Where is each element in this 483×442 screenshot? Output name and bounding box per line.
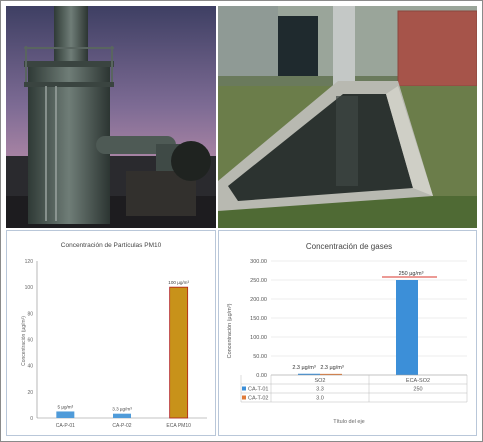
pm10-bar <box>169 286 189 419</box>
gases-data-label: 2.3 µg/m³ <box>292 365 316 371</box>
pm10-data-label: 3.3 µg/m³ <box>112 407 132 412</box>
channel-photo-drawing <box>218 6 477 228</box>
pm10-y-axis-label: Concentración (µg/m³) <box>21 316 27 366</box>
gases-legend-swatch <box>242 395 246 400</box>
gases-legend-label: CA-T-01 <box>248 387 268 393</box>
gases-data-label: 250 µg/m³ <box>399 271 424 277</box>
gases-y-tick-label: 50.00 <box>253 354 267 360</box>
pm10-y-tick-label: 100 <box>25 285 34 291</box>
pm10-y-tick-label: 80 <box>27 311 33 317</box>
pm10-data-label: 5 µg/m³ <box>57 404 73 409</box>
pm10-y-tick-label: 120 <box>25 259 34 265</box>
gases-bar <box>396 280 418 375</box>
pm10-data-label: 100 µg/m³ <box>168 280 189 285</box>
gases-y-tick-label: 150.00 <box>250 316 267 322</box>
pm10-category-label: CA-P-02 <box>112 423 131 429</box>
gases-x-axis-title: Título del eje <box>333 419 365 425</box>
stack-photo <box>6 6 216 228</box>
pm10-y-tick-label: 0 <box>30 416 33 422</box>
gases-table-cell: 250 <box>413 387 422 393</box>
pm10-y-tick-label: 20 <box>27 390 33 396</box>
pm10-y-tick-label: 40 <box>27 364 33 370</box>
gases-y-tick-label: 200.00 <box>250 297 267 303</box>
gases-data-label: 2.3 µg/m³ <box>320 365 344 371</box>
gases-legend-swatch <box>242 386 246 391</box>
gases-y-axis-label: Concentración (µg/m³) <box>227 303 233 358</box>
pm10-y-tick-label: 60 <box>27 338 33 344</box>
gases-y-tick-label: 250.00 <box>250 278 267 284</box>
gases-y-tick-label: 300.00 <box>250 259 267 265</box>
gases-y-tick-label: 0.00 <box>256 373 267 379</box>
gases-table-cell: 3.0 <box>316 396 324 402</box>
pm10-category-label: ECA PM10 <box>166 423 191 429</box>
gases-category-label: ECA-SO2 <box>406 378 430 384</box>
pm10-bar <box>113 413 131 418</box>
gases-chart: Concentración de gases Concentración (µg… <box>227 242 468 425</box>
pm10-bar <box>56 411 75 418</box>
gases-category-label: SO2 <box>314 378 325 384</box>
pm10-chart: Concentración de Partículas PM10 Concent… <box>21 242 207 429</box>
channel-photo <box>218 6 477 228</box>
gases-y-tick-label: 100.00 <box>250 335 267 341</box>
gases-chart-panel: Concentración de gases Concentración (µg… <box>218 230 477 436</box>
gases-table-cell: 3.3 <box>316 387 324 393</box>
pm10-category-label: CA-P-01 <box>56 423 75 429</box>
gases-chart-title: Concentración de gases <box>306 242 392 251</box>
pm10-chart-panel: Concentración de Partículas PM10 Concent… <box>6 230 216 436</box>
gases-legend-label: CA-T-02 <box>248 396 268 402</box>
pm10-chart-title: Concentración de Partículas PM10 <box>61 242 162 249</box>
stack-photo-drawing <box>6 6 216 228</box>
